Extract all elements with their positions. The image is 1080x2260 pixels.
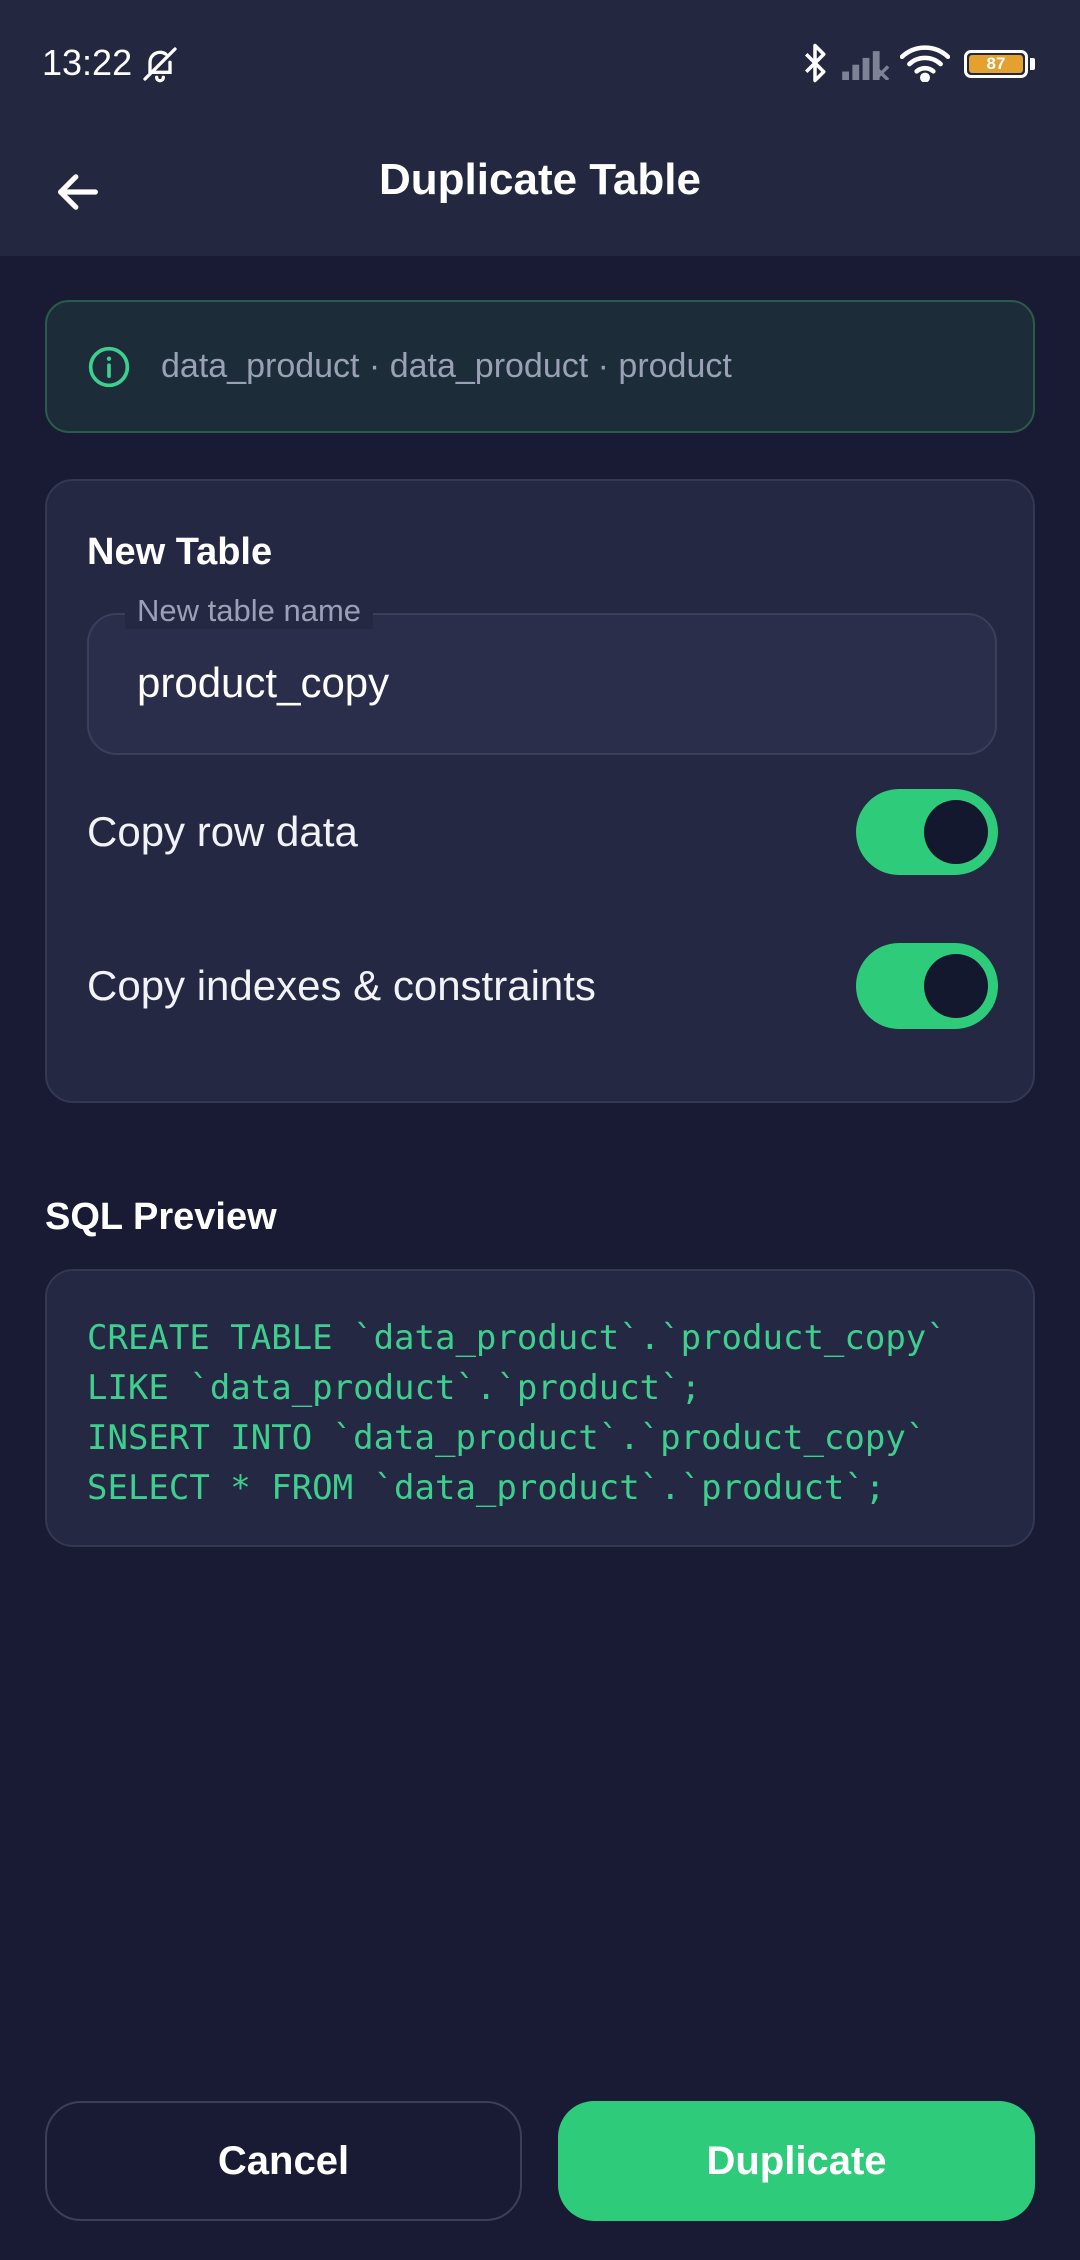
signal-icon xyxy=(842,46,890,85)
sql-preview-title: SQL Preview xyxy=(45,1196,277,1238)
bluetooth-icon xyxy=(800,42,830,89)
wifi-icon xyxy=(899,44,951,87)
copy-row-data-row: Copy row data xyxy=(87,787,998,877)
sql-line: INSERT INTO `data_product`.`product_copy… xyxy=(87,1418,927,1458)
battery-nub xyxy=(1030,58,1035,70)
info-text: data_product · data_product · product xyxy=(161,347,732,385)
card-title: New Table xyxy=(87,531,273,573)
switch-knob xyxy=(924,800,988,864)
copy-row-data-switch[interactable] xyxy=(856,789,998,875)
battery-level: 87 xyxy=(969,55,1023,73)
sql-preview-box: CREATE TABLE `data_product`.`product_cop… xyxy=(45,1269,1035,1547)
copy-indexes-label: Copy indexes & constraints xyxy=(87,962,596,1009)
bell-off-icon xyxy=(140,44,180,89)
copy-row-data-label: Copy row data xyxy=(87,808,358,855)
table-name-input[interactable] xyxy=(137,659,937,707)
status-time: 13:22 xyxy=(42,42,133,83)
table-name-field[interactable]: New table name xyxy=(87,593,997,755)
switch-knob xyxy=(924,954,988,1018)
page-title: Duplicate Table xyxy=(379,155,701,204)
sql-line: LIKE `data_product`.`product`; xyxy=(87,1368,702,1408)
copy-indexes-switch[interactable] xyxy=(856,943,998,1029)
connection-info-banner: data_product · data_product · product xyxy=(45,300,1035,433)
back-button[interactable] xyxy=(36,150,120,234)
arrow-left-icon xyxy=(58,174,98,210)
status-bar: 13:22 87 xyxy=(0,0,1080,128)
field-label: New table name xyxy=(125,593,374,629)
copy-indexes-row: Copy indexes & constraints xyxy=(87,941,998,1031)
info-icon xyxy=(88,346,130,387)
app-bar: Duplicate Table xyxy=(0,128,1080,256)
new-table-card: New Table New table name Copy row data C… xyxy=(45,479,1035,1103)
battery-icon: 87 xyxy=(964,50,1028,78)
sql-line: CREATE TABLE `data_product`.`product_cop… xyxy=(87,1318,947,1358)
duplicate-button[interactable]: Duplicate xyxy=(558,2101,1035,2221)
cancel-button[interactable]: Cancel xyxy=(45,2101,522,2221)
sql-line: SELECT * FROM `data_product`.`product`; xyxy=(87,1468,886,1508)
